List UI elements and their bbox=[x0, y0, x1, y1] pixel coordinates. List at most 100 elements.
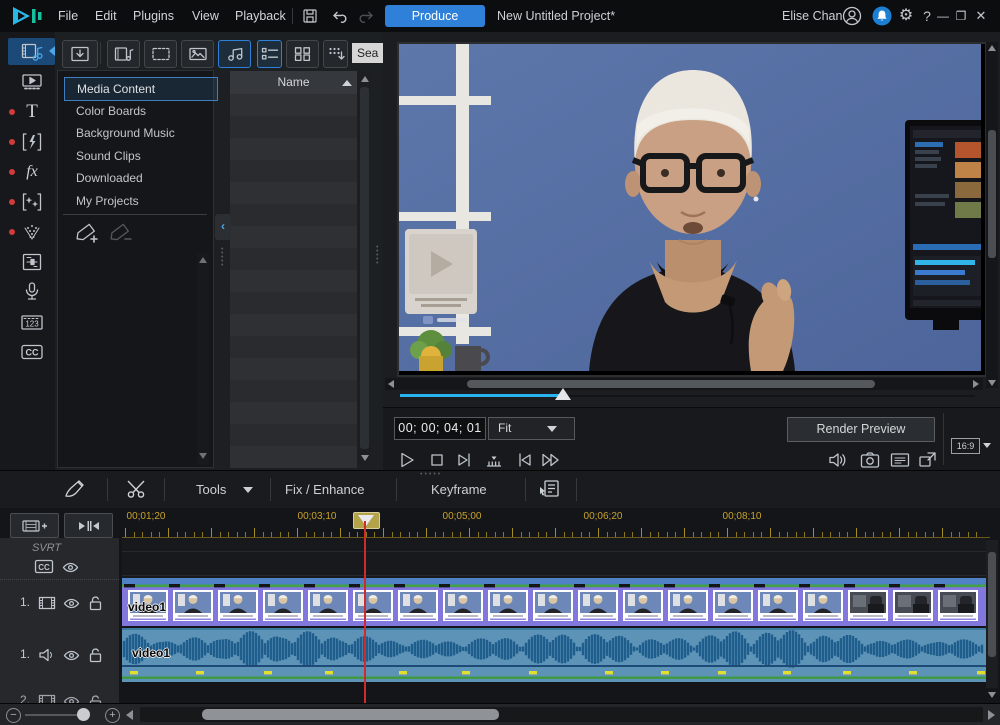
keyframe-button[interactable]: Keyframe bbox=[431, 471, 487, 508]
tools-menu[interactable]: Tools bbox=[196, 471, 226, 508]
aspect-chevron-icon[interactable] bbox=[983, 443, 991, 448]
panel-drag-handle[interactable]: ••••• bbox=[221, 248, 224, 268]
clip-properties-icon[interactable] bbox=[538, 479, 560, 499]
eye-icon[interactable] bbox=[63, 597, 80, 610]
save-icon[interactable] bbox=[302, 8, 318, 24]
redo-icon[interactable] bbox=[358, 8, 376, 24]
rail-overlay-room[interactable] bbox=[9, 188, 55, 215]
rail-particle-room[interactable] bbox=[9, 218, 55, 245]
notification-bell-icon[interactable] bbox=[872, 6, 892, 26]
split-scissors-icon[interactable] bbox=[124, 479, 150, 499]
undo-icon[interactable] bbox=[330, 8, 348, 24]
undock-player-button[interactable] bbox=[915, 448, 941, 472]
stop-button[interactable] bbox=[424, 448, 450, 472]
seek-thumb[interactable] bbox=[555, 388, 571, 400]
track-manager-button[interactable] bbox=[10, 513, 59, 538]
fit-timeline-button[interactable] bbox=[64, 513, 113, 538]
lock-open-icon[interactable] bbox=[88, 595, 103, 611]
gear-icon[interactable]: ⚙ bbox=[896, 0, 916, 32]
rail-effect-room[interactable]: fx bbox=[9, 158, 55, 185]
timeline-hscrollbar[interactable] bbox=[140, 707, 983, 722]
list-row[interactable] bbox=[230, 204, 357, 226]
list-row[interactable] bbox=[230, 226, 357, 248]
lock-open-icon[interactable] bbox=[88, 647, 103, 663]
timecode-display[interactable]: 00; 00; 04; 01 bbox=[394, 417, 486, 440]
menu-playback[interactable]: Playback bbox=[235, 0, 286, 32]
svrt-track-header[interactable]: SVRT CC bbox=[0, 538, 119, 580]
snapshot-button[interactable] bbox=[857, 448, 883, 472]
preview-hscrollbar[interactable] bbox=[385, 378, 983, 390]
render-preview-button[interactable]: Render Preview bbox=[787, 417, 935, 442]
fix-enhance-button[interactable]: Fix / Enhance bbox=[285, 471, 365, 508]
previous-frame-button[interactable] bbox=[452, 448, 478, 472]
category-scrollbar[interactable] bbox=[197, 253, 209, 465]
filter-music-button[interactable] bbox=[218, 40, 251, 68]
list-row[interactable] bbox=[230, 116, 357, 138]
minimize-button[interactable]: — bbox=[936, 0, 950, 32]
zoom-out-button[interactable]: − bbox=[6, 708, 21, 723]
maximize-button[interactable]: ❐ bbox=[954, 0, 968, 32]
category-media-content[interactable]: Media Content bbox=[64, 77, 218, 101]
rail-chapter-room[interactable]: 123 bbox=[9, 308, 55, 335]
zoom-slider-thumb[interactable] bbox=[77, 708, 90, 721]
search-input[interactable]: Sea bbox=[352, 43, 383, 63]
close-button[interactable]: ✕ bbox=[973, 0, 989, 32]
cc-small-icon[interactable]: CC bbox=[34, 559, 54, 574]
collapse-panel-button[interactable]: ‹ bbox=[215, 214, 231, 240]
category-background-music[interactable]: Background Music bbox=[64, 122, 216, 144]
scroll-down-icon[interactable] bbox=[988, 692, 996, 698]
menu-plugins[interactable]: Plugins bbox=[133, 0, 174, 32]
designer-pen-icon[interactable] bbox=[62, 478, 90, 500]
scroll-down-icon[interactable] bbox=[361, 455, 369, 461]
rail-audio-mixing-room[interactable] bbox=[9, 248, 55, 275]
preview-quality-button[interactable] bbox=[887, 448, 913, 472]
list-row[interactable] bbox=[230, 138, 357, 160]
eye-icon[interactable] bbox=[63, 649, 80, 662]
list-row[interactable] bbox=[230, 358, 357, 380]
timeline-vscrollbar[interactable] bbox=[986, 540, 998, 688]
scroll-right-icon[interactable] bbox=[973, 380, 979, 388]
sort-button[interactable] bbox=[323, 40, 348, 68]
video-track-1-header[interactable]: 1. bbox=[0, 580, 119, 627]
list-row[interactable] bbox=[230, 94, 357, 116]
timeline-zoom-slider[interactable] bbox=[25, 714, 78, 716]
list-row[interactable] bbox=[230, 380, 357, 402]
eye-icon[interactable] bbox=[62, 561, 79, 574]
view-grid-button[interactable] bbox=[286, 40, 319, 68]
preview-vscrollbar[interactable] bbox=[986, 42, 998, 388]
next-frame-button[interactable] bbox=[511, 448, 537, 472]
scroll-right-icon[interactable] bbox=[988, 710, 995, 720]
add-tag-icon[interactable] bbox=[74, 221, 98, 245]
list-row[interactable] bbox=[230, 424, 357, 446]
play-button[interactable] bbox=[394, 448, 420, 472]
list-row[interactable] bbox=[230, 248, 357, 270]
chevron-down-icon[interactable] bbox=[243, 487, 253, 493]
rail-voiceover-room[interactable] bbox=[9, 278, 55, 305]
list-row[interactable] bbox=[230, 314, 357, 336]
audio-track-1-header[interactable]: 1. bbox=[0, 627, 119, 683]
volume-button[interactable] bbox=[825, 448, 851, 472]
list-row[interactable] bbox=[230, 182, 357, 204]
scroll-down-icon[interactable] bbox=[988, 380, 996, 386]
media-list-scrollbar[interactable] bbox=[358, 71, 371, 466]
avatar-icon[interactable] bbox=[842, 6, 862, 26]
help-button[interactable]: ? bbox=[920, 0, 934, 32]
panel-splitter[interactable]: ••••• bbox=[376, 246, 379, 266]
video-preview[interactable] bbox=[397, 42, 987, 377]
list-row[interactable] bbox=[230, 446, 357, 468]
audio-clip[interactable]: video1 bbox=[122, 628, 986, 682]
category-color-boards[interactable]: Color Boards bbox=[64, 100, 216, 122]
rail-title-room[interactable]: T bbox=[9, 98, 55, 125]
import-media-button[interactable] bbox=[62, 40, 98, 68]
video-clip[interactable]: video1 bbox=[122, 578, 986, 626]
scroll-up-icon[interactable] bbox=[361, 76, 369, 82]
list-row[interactable] bbox=[230, 292, 357, 314]
rail-media-room[interactable] bbox=[8, 38, 55, 65]
zoom-mode-select[interactable]: Fit bbox=[488, 417, 575, 440]
rail-transition-room[interactable] bbox=[9, 128, 55, 155]
aspect-ratio-badge[interactable]: 16:9 bbox=[951, 438, 980, 454]
category-sound-clips[interactable]: Sound Clips bbox=[64, 145, 216, 167]
list-row[interactable] bbox=[230, 270, 357, 292]
zoom-in-button[interactable]: + bbox=[105, 708, 120, 723]
fast-forward-button[interactable] bbox=[538, 448, 564, 472]
